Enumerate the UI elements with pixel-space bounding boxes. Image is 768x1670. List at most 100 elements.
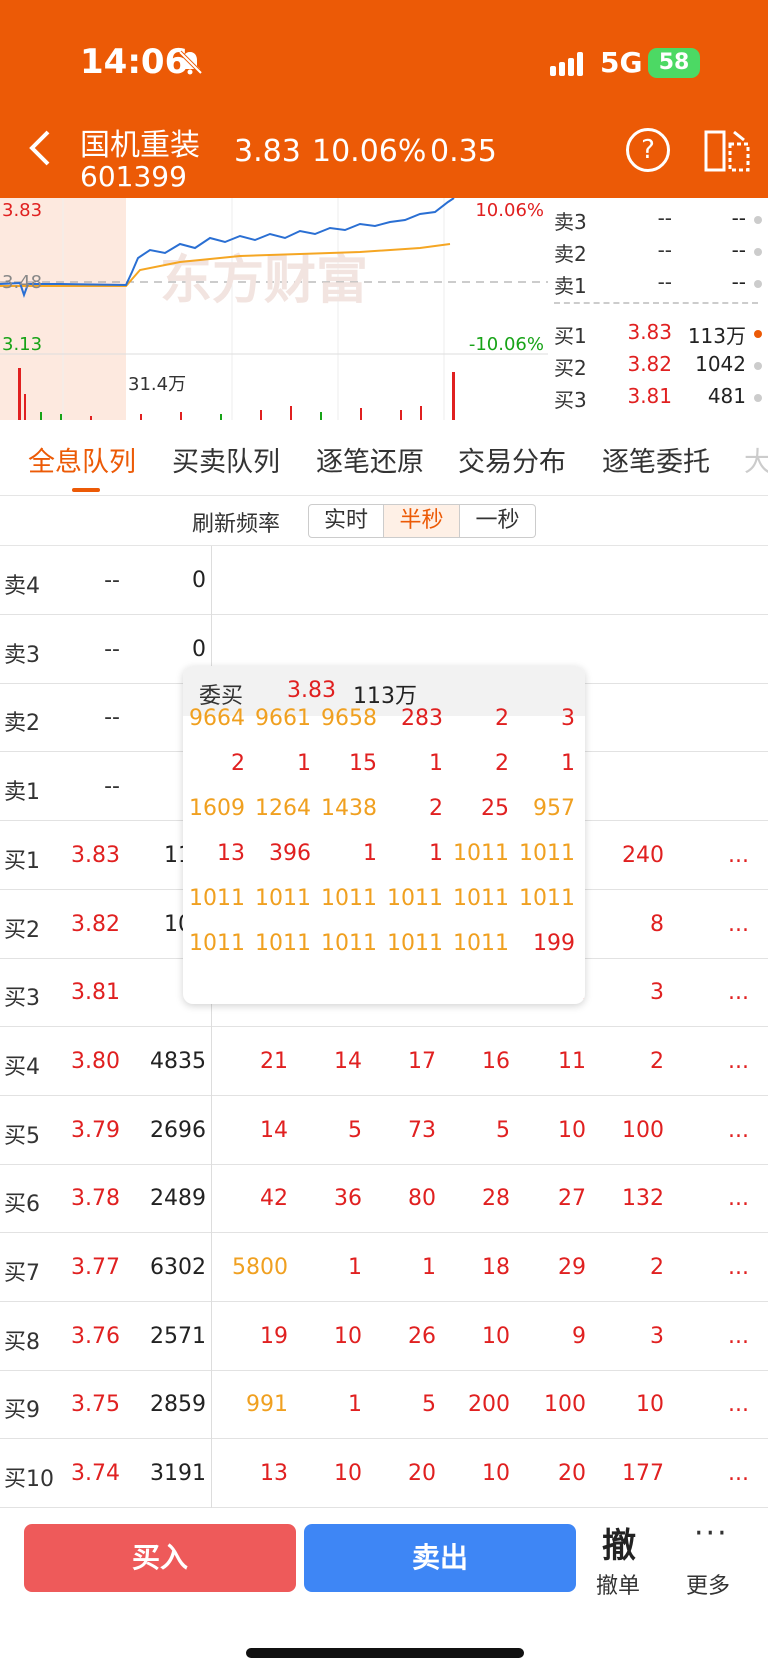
- level-price: --: [104, 705, 120, 731]
- expand-queue-more-icon[interactable]: ...: [728, 843, 749, 868]
- queue-order-size: 2: [650, 1048, 664, 1074]
- queue-order-size: 5: [348, 1117, 362, 1143]
- more-button[interactable]: 更多: [686, 1568, 730, 1600]
- buy-button[interactable]: 买入: [24, 1524, 296, 1592]
- popup-order-size: 1: [297, 751, 311, 776]
- bid-queue-row[interactable]: 买10 3.74 3191 13 10 20 10 20 177...: [0, 1439, 768, 1509]
- indicator-dot: [754, 248, 762, 256]
- bid-volume: 1042: [695, 352, 746, 376]
- level-label: 卖2: [4, 711, 40, 737]
- queue-order-size: 3: [650, 980, 664, 1006]
- queue-order-size: 19: [260, 1323, 288, 1349]
- expand-queue-more-icon[interactable]: ...: [728, 980, 749, 1005]
- bid-queue-row[interactable]: 买9 3.75 2859 991 1 5 200 100 10...: [0, 1370, 768, 1440]
- popup-order-size: 1011: [387, 886, 443, 911]
- bid-queue-row[interactable]: 买6 3.78 2489 42 36 80 28 27 132...: [0, 1164, 768, 1234]
- refresh-half-second-button[interactable]: 半秒: [384, 504, 460, 538]
- help-icon[interactable]: ?: [626, 128, 670, 172]
- popup-order-size: 1011: [519, 841, 575, 866]
- queue-order-size: 200: [468, 1392, 510, 1418]
- queue-order-size: 132: [622, 1186, 664, 1212]
- tab-full-queue[interactable]: 全息队列: [28, 440, 136, 479]
- level-price: 3.83: [71, 842, 120, 868]
- queue-order-size: 26: [408, 1323, 436, 1349]
- queue-order-size: 1: [348, 1255, 362, 1280]
- queue-order-size: 991: [246, 1392, 288, 1418]
- level-label: 买6: [4, 1192, 40, 1218]
- bid-queue-row[interactable]: 买7 3.77 6302 5800 1 1 18 29 2...: [0, 1233, 768, 1302]
- popup-order-size: 1011: [255, 931, 311, 956]
- cancel-order-button[interactable]: 撤单: [596, 1568, 640, 1600]
- level-label: 买4: [4, 1054, 40, 1080]
- expand-queue-more-icon[interactable]: ...: [728, 1118, 749, 1143]
- sell-button[interactable]: 卖出: [304, 1524, 576, 1592]
- ask-queue-row[interactable]: 卖4 -- 0: [0, 546, 768, 615]
- indicator-dot: [754, 216, 762, 224]
- tab-tick-restore[interactable]: 逐笔还原: [316, 440, 424, 479]
- popup-order-size: 1: [429, 841, 443, 866]
- level-label: 卖4: [4, 574, 40, 599]
- expand-queue-more-icon[interactable]: ...: [728, 1461, 749, 1486]
- ask-price: --: [657, 206, 672, 230]
- popup-order-size: 283: [401, 706, 443, 731]
- level-volume: 0: [192, 568, 206, 593]
- bid-price: 3.83: [627, 320, 672, 344]
- level-volume: 4835: [150, 1048, 206, 1074]
- popup-order-size: 1011: [321, 886, 377, 911]
- popup-order-size: 1011: [453, 841, 509, 866]
- popup-order-size: 2: [495, 706, 509, 731]
- popup-order-size: 1011: [387, 931, 443, 956]
- level-price: 3.80: [71, 1048, 120, 1074]
- price-low-label: 3.13: [2, 334, 42, 355]
- switch-layout-icon[interactable]: [704, 128, 750, 174]
- queue-order-size: 11: [558, 1048, 586, 1074]
- ask-label: 卖3: [554, 210, 587, 234]
- queue-order-size: 10: [558, 1117, 586, 1143]
- expand-queue-more-icon[interactable]: ...: [728, 1392, 749, 1417]
- network-type: 5G: [600, 46, 643, 79]
- queue-order-size: 42: [260, 1186, 288, 1212]
- refresh-bar: 刷新频率 实时 半秒 一秒: [0, 496, 768, 546]
- queue-order-size: 10: [334, 1461, 362, 1487]
- queue-order-size: 1: [422, 1255, 436, 1280]
- tab-trade-distribution[interactable]: 交易分布: [458, 440, 566, 479]
- popup-order-size: 1438: [321, 796, 377, 821]
- pct-high-label: 10.06%: [475, 200, 544, 221]
- tab-bid-ask-queue[interactable]: 买卖队列: [172, 440, 280, 479]
- popup-price: 3.83: [287, 678, 336, 703]
- refresh-realtime-button[interactable]: 实时: [308, 504, 384, 538]
- tab-overflow[interactable]: 大: [744, 440, 768, 479]
- intraday-chart[interactable]: 东方财富 3.83 3.48 3.13 10.06% -10.06% 31.4万: [0, 198, 548, 420]
- refresh-one-second-button[interactable]: 一秒: [460, 504, 536, 538]
- queue-order-size: 18: [482, 1255, 510, 1280]
- tab-tick-orders[interactable]: 逐笔委托: [602, 440, 710, 479]
- expand-queue-more-icon[interactable]: ...: [728, 1255, 749, 1280]
- queue-order-size: 10: [482, 1461, 510, 1487]
- stock-name: 国机重装: [80, 128, 200, 163]
- tab-bar: 全息队列 买卖队列 逐笔还原 交易分布 逐笔委托 大: [0, 420, 768, 496]
- cancel-order-icon[interactable]: 撤: [602, 1518, 636, 1567]
- bid-row: 买1 3.83 113万: [554, 320, 764, 348]
- battery-icon: 58: [648, 48, 700, 78]
- status-time: 14:06: [80, 42, 189, 82]
- bid-label: 买2: [554, 356, 587, 380]
- signal-icon: [550, 52, 583, 76]
- more-icon[interactable]: ···: [694, 1516, 729, 1551]
- ask-label: 卖2: [554, 242, 587, 266]
- expand-queue-more-icon[interactable]: ...: [728, 1186, 749, 1211]
- bid-volume: 113万: [687, 324, 746, 348]
- expand-queue-more-icon[interactable]: ...: [728, 1324, 749, 1349]
- expand-queue-more-icon[interactable]: ...: [728, 1049, 749, 1074]
- back-arrow-icon[interactable]: [26, 128, 56, 168]
- popup-order-size: 13: [217, 841, 245, 866]
- bid-queue-popup[interactable]: 委买 3.83 113万 9664 9661 9658 283 2 3 2 1 15 1 2 1 160…: [183, 666, 585, 1004]
- level-price: 3.75: [71, 1392, 120, 1418]
- queue-order-size: 10: [334, 1323, 362, 1349]
- bid-queue-row[interactable]: 买8 3.76 2571 19 10 26 10 9 3...: [0, 1302, 768, 1371]
- bid-queue-row[interactable]: 买4 3.80 4835 21 14 17 16 11 2...: [0, 1027, 768, 1096]
- expand-queue-more-icon[interactable]: ...: [728, 912, 749, 937]
- price-mid-label: 3.48: [2, 272, 42, 293]
- bell-muted-icon: [178, 50, 203, 75]
- level-price: 3.79: [71, 1117, 120, 1143]
- bid-queue-row[interactable]: 买5 3.79 2696 14 5 73 5 10 100...: [0, 1096, 768, 1165]
